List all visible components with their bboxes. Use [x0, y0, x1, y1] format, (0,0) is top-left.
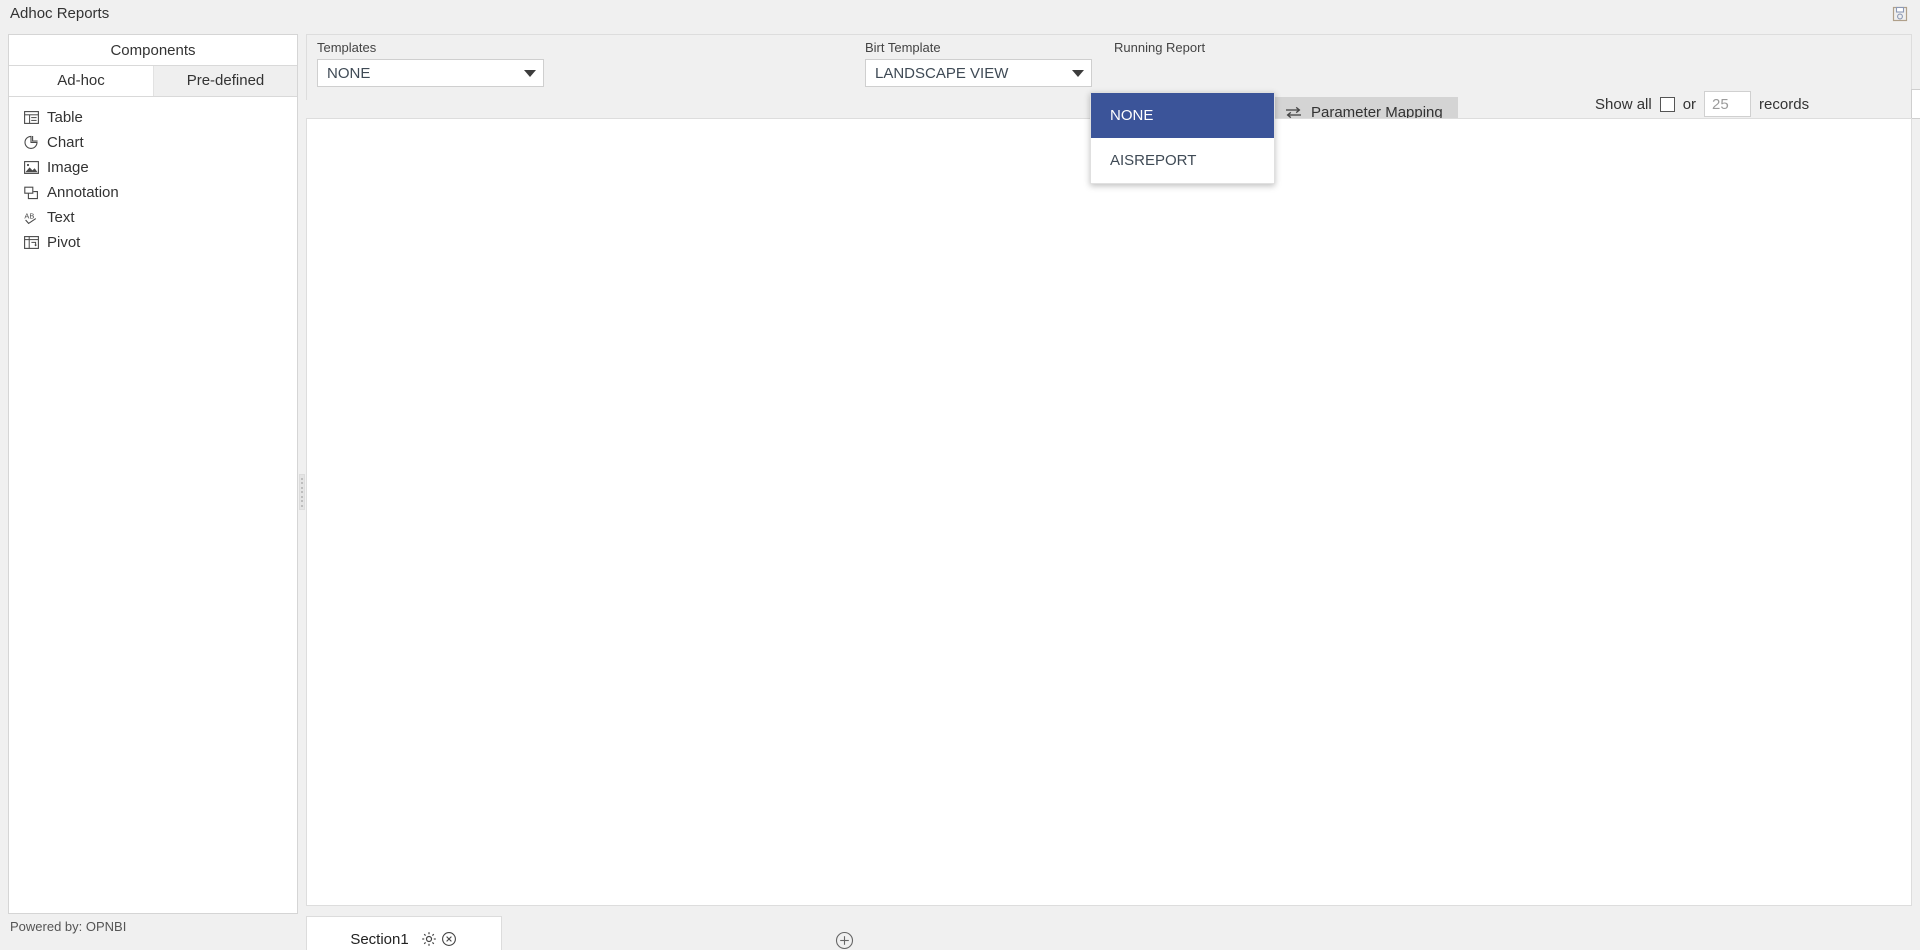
section-tab-bar: Section1	[306, 916, 1912, 950]
table-icon	[23, 109, 40, 126]
image-icon	[23, 159, 40, 176]
templates-field-group: Templates NONE	[317, 40, 544, 87]
grip-dot	[301, 504, 303, 507]
component-label: Text	[47, 209, 75, 226]
report-canvas[interactable]	[306, 118, 1912, 906]
components-panel: Components Ad-hoc Pre-defined Table Char…	[8, 34, 298, 914]
annotation-icon	[23, 184, 40, 201]
grip-dot	[301, 491, 303, 493]
grip-dot	[301, 477, 303, 480]
panel-splitter[interactable]	[298, 34, 306, 914]
component-item-pivot[interactable]: Pivot	[9, 230, 297, 255]
birt-template-select[interactable]: LANDSCAPE VIEW	[865, 59, 1092, 87]
component-label: Chart	[47, 134, 84, 151]
output-format-select[interactable]: HTML	[1911, 89, 1920, 119]
powered-by-label: Powered by: OPNBI	[10, 919, 127, 934]
show-all-label: Show all	[1595, 95, 1652, 113]
section-tab-section1[interactable]: Section1	[306, 916, 502, 950]
svg-text:AB: AB	[24, 211, 34, 220]
running-report-dropdown-menu: NONE AISREPORT	[1090, 92, 1275, 184]
adhoc-reports-app: Adhoc Reports Components Ad-hoc Pre-defi…	[0, 0, 1920, 950]
component-list: Table Chart Image Annotation AB Text Piv…	[9, 97, 297, 255]
main-region: Templates NONE Birt Template LANDSCAPE V…	[306, 34, 1920, 950]
running-report-field-group: Running Report	[1114, 40, 1284, 59]
output-format-value: HTML	[1912, 96, 1920, 113]
component-item-chart[interactable]: Chart	[9, 130, 297, 155]
chart-pie-icon	[23, 134, 40, 151]
templates-select-value: NONE	[327, 64, 371, 82]
component-label: Table	[47, 109, 83, 126]
title-bar: Adhoc Reports	[0, 0, 1920, 30]
birt-template-field-group: Birt Template LANDSCAPE VIEW	[865, 40, 1092, 87]
report-toolbar: Templates NONE Birt Template LANDSCAPE V…	[306, 34, 1920, 127]
swap-arrows-icon	[1285, 106, 1302, 119]
section-tab-label: Section1	[350, 930, 409, 948]
component-label: Pivot	[47, 234, 81, 251]
birt-template-label: Birt Template	[865, 40, 941, 55]
birt-template-select-value: LANDSCAPE VIEW	[875, 64, 1009, 82]
show-all-checkbox[interactable]	[1659, 96, 1675, 112]
components-panel-header: Components	[9, 35, 297, 66]
component-label: Annotation	[47, 184, 119, 201]
records-count-input[interactable]	[1704, 91, 1752, 117]
text-ab-icon: AB	[23, 209, 40, 226]
component-item-text[interactable]: AB Text	[9, 205, 297, 230]
or-label: or	[1682, 95, 1697, 113]
records-label: records	[1759, 95, 1810, 113]
running-report-label: Running Report	[1114, 40, 1206, 55]
component-item-annotation[interactable]: Annotation	[9, 180, 297, 205]
gear-icon[interactable]	[420, 930, 438, 948]
templates-select[interactable]: NONE	[317, 59, 544, 87]
chevron-down-icon	[517, 69, 543, 77]
component-item-table[interactable]: Table	[9, 105, 297, 130]
page-title: Adhoc Reports	[10, 5, 110, 22]
close-circle-icon[interactable]	[440, 930, 458, 948]
add-section-icon[interactable]	[834, 930, 854, 950]
save-icon[interactable]	[1890, 4, 1910, 24]
chevron-down-icon	[1065, 69, 1091, 77]
component-label: Image	[47, 159, 89, 176]
tab-ad-hoc[interactable]: Ad-hoc	[9, 66, 153, 96]
splitter-grip[interactable]	[299, 474, 305, 510]
tab-pre-defined[interactable]: Pre-defined	[153, 66, 297, 96]
component-item-image[interactable]: Image	[9, 155, 297, 180]
records-controls: Show all or records	[1595, 91, 1809, 117]
dropdown-option-none[interactable]: NONE	[1091, 93, 1274, 138]
grip-dot	[301, 486, 303, 489]
grip-dot	[301, 495, 303, 498]
components-panel-tabs: Ad-hoc Pre-defined	[9, 66, 297, 97]
dropdown-option-aisreport[interactable]: AISREPORT	[1091, 138, 1274, 183]
grip-dot	[301, 482, 303, 484]
pivot-icon	[23, 234, 40, 251]
templates-label: Templates	[317, 40, 377, 55]
grip-dot	[301, 500, 303, 502]
